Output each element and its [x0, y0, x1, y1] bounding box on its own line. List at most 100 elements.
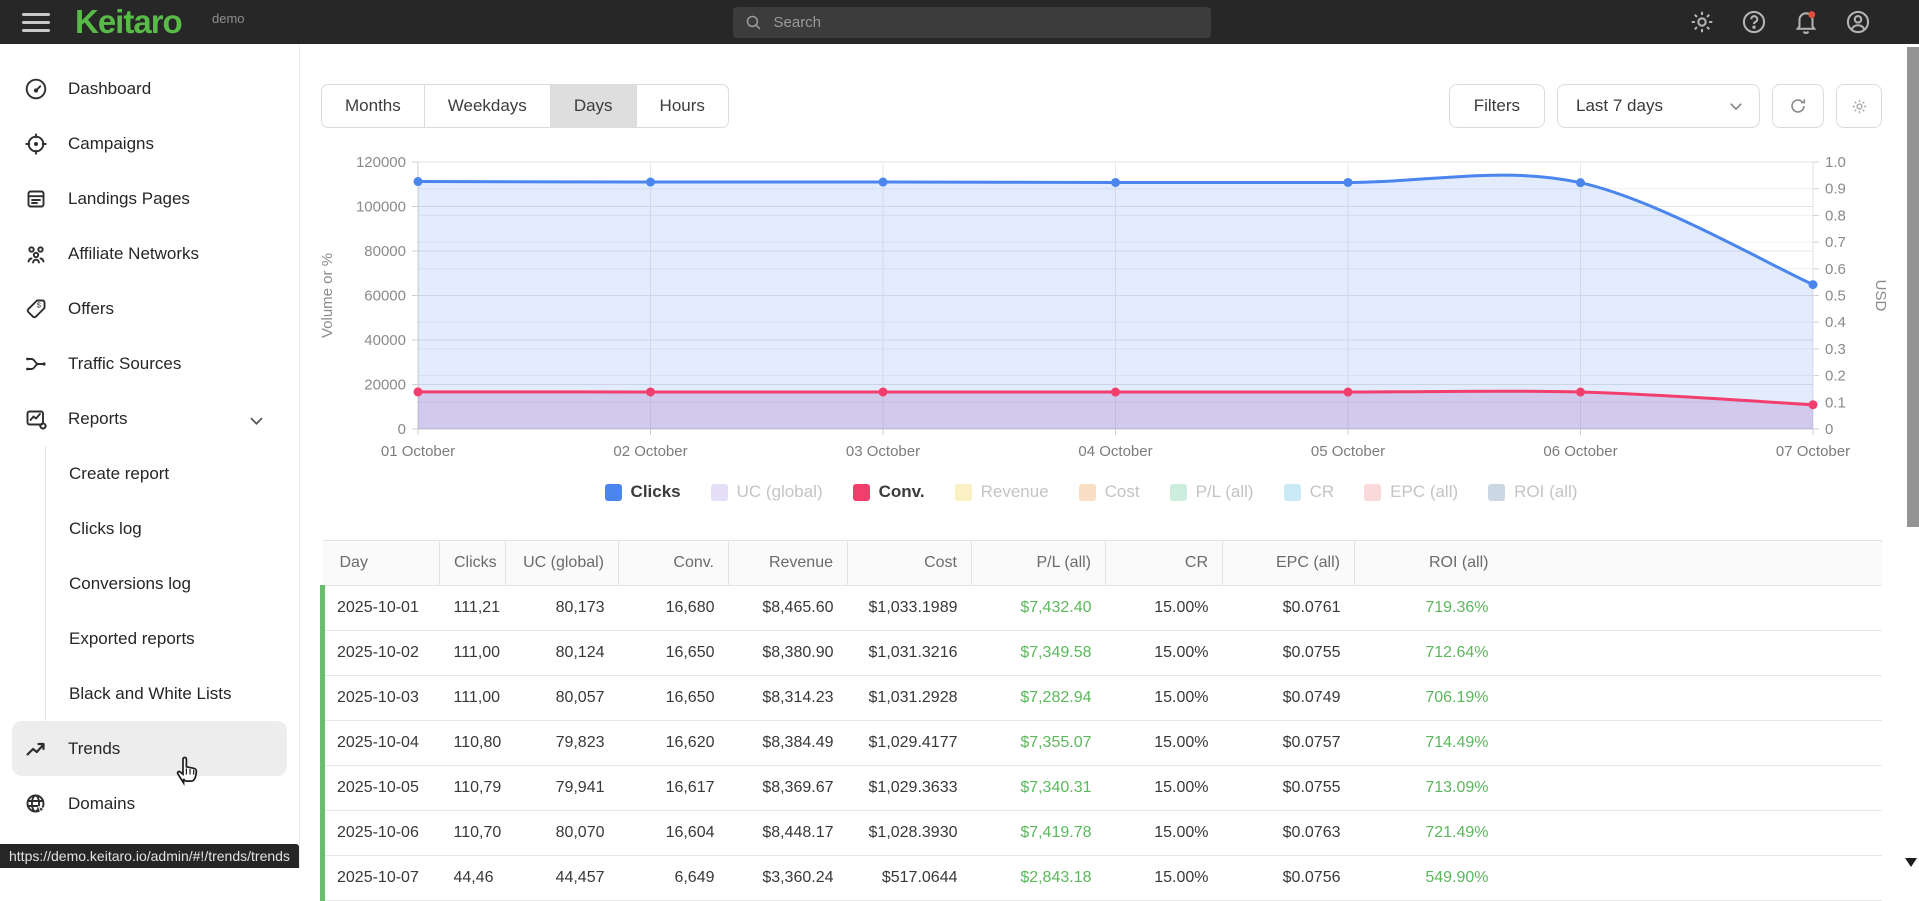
bell-icon[interactable] [1793, 9, 1819, 35]
table-cell: 2025-10-05 [320, 765, 440, 811]
svg-text:Volume or %: Volume or % [319, 253, 336, 338]
sidebar-item-affiliate[interactable]: Affiliate Networks [0, 226, 299, 281]
svg-text:0.7: 0.7 [1825, 234, 1846, 251]
vertical-scrollbar[interactable] [1907, 47, 1919, 527]
legend-item-epc-all[interactable]: EPC (all) [1364, 482, 1458, 502]
sidebar-item-trends[interactable]: Trends [12, 721, 287, 776]
svg-text:80000: 80000 [364, 243, 406, 260]
column-header-day[interactable]: Day [322, 540, 440, 586]
legend-item-clicks[interactable]: Clicks [604, 482, 681, 502]
search-input[interactable] [771, 13, 1199, 32]
sidebar-item-offers[interactable]: $ Offers [0, 281, 299, 336]
svg-text:0.4: 0.4 [1825, 314, 1846, 331]
table-cell: 2025-10-04 [320, 720, 440, 766]
refresh-button[interactable] [1772, 84, 1824, 128]
tab-hours[interactable]: Hours [636, 84, 729, 128]
table-cell: 111,00 [439, 675, 506, 721]
column-header-epc-all[interactable]: EPC (all) [1222, 540, 1355, 586]
sidebar-item-exported-reports[interactable]: Exported reports [46, 611, 299, 666]
chart-settings-button[interactable] [1836, 84, 1882, 128]
hamburger-menu-icon[interactable] [22, 13, 50, 32]
tab-days[interactable]: Days [550, 84, 637, 128]
sidebar-item-label: Exported reports [69, 628, 195, 648]
table-cell: 15.00% [1105, 855, 1223, 901]
legend-swatch [1364, 483, 1382, 501]
gear-icon[interactable] [1689, 9, 1715, 35]
date-range-select[interactable]: Last 7 days [1557, 84, 1760, 128]
table-cell: 80,057 [505, 675, 619, 721]
table-cell: $0.0756 [1222, 855, 1355, 901]
table-row: 2025-10-07 44,46 44,457 6,649 $3,360.24 $517.… [320, 855, 1882, 901]
svg-text:20000: 20000 [364, 377, 406, 394]
column-header-clicks[interactable]: Clicks [439, 540, 506, 586]
trends-icon [24, 737, 48, 761]
svg-text:07 October: 07 October [1776, 443, 1850, 460]
trends-table-container: Day Clicks UC (global) Conv. Revenue Cost P/L … [320, 540, 1882, 901]
column-header-p-l-all[interactable]: P/L (all) [971, 540, 1106, 586]
filters-button[interactable]: Filters [1448, 84, 1545, 128]
tab-weekdays[interactable]: Weekdays [424, 84, 551, 128]
sidebar-item-create-report[interactable]: Create report [46, 446, 299, 501]
legend-swatch [1169, 483, 1187, 501]
table-cell: 2025-10-03 [320, 675, 440, 721]
table-cell: 16,604 [618, 810, 729, 856]
table-cell: $0.0763 [1222, 810, 1355, 856]
sidebar-item-dashboard[interactable]: Dashboard [0, 61, 299, 116]
column-header-conv[interactable]: Conv. [618, 540, 729, 586]
sidebar-item-label: Conversions log [69, 573, 191, 593]
column-header-uc-global[interactable]: UC (global) [505, 540, 619, 586]
global-search[interactable] [732, 7, 1211, 38]
legend-item-cr[interactable]: CR [1283, 482, 1335, 502]
sidebar-item-landings[interactable]: Landings Pages [0, 171, 299, 226]
tab-months[interactable]: Months [321, 84, 425, 128]
legend-item-revenue[interactable]: Revenue [954, 482, 1049, 502]
legend-item-p-l-all[interactable]: P/L (all) [1169, 482, 1254, 502]
svg-text:0.1: 0.1 [1825, 394, 1846, 411]
svg-text:100000: 100000 [356, 199, 406, 216]
table-cell: 80,070 [505, 810, 619, 856]
legend-label: Clicks [630, 482, 681, 501]
sidebar-item-clicks-log[interactable]: Clicks log [46, 501, 299, 556]
sidebar-item-campaigns[interactable]: Campaigns [0, 116, 299, 171]
legend-label: CR [1309, 482, 1335, 501]
column-header-revenue[interactable]: Revenue [728, 540, 848, 586]
help-icon[interactable] [1741, 9, 1767, 35]
column-header-cr[interactable]: CR [1105, 540, 1223, 586]
table-cell: 16,650 [618, 675, 729, 721]
chevron-down-icon [247, 411, 266, 435]
legend-item-uc-global[interactable]: UC (global) [710, 482, 823, 502]
legend-item-cost[interactable]: Cost [1078, 482, 1140, 502]
table-cell: 79,823 [505, 720, 619, 766]
table-cell: $1,029.4177 [847, 720, 972, 766]
table-cell: $517.0644 [847, 855, 972, 901]
table-cell: 2025-10-02 [320, 630, 440, 676]
table-cell: 15.00% [1105, 585, 1223, 631]
sidebar-item-black-white-lists[interactable]: Black and White Lists [46, 666, 299, 721]
sidebar-item-conversions-log[interactable]: Conversions log [46, 556, 299, 611]
table-cell-filler [1502, 675, 1882, 721]
sidebar-item-label: Landings Pages [68, 188, 190, 208]
column-header-roi-all[interactable]: ROI (all) [1354, 540, 1503, 586]
sidebar-item-domains[interactable]: Domains [0, 776, 299, 831]
table-cell: 549.90% [1354, 855, 1503, 901]
svg-text:0.6: 0.6 [1825, 261, 1846, 278]
sidebar-submenu-reports: Create report Clicks log Conversions log Ex… [45, 446, 299, 721]
sidebar-item-traffic[interactable]: Traffic Sources [0, 336, 299, 391]
table-cell: $8,465.60 [728, 585, 848, 631]
landings-icon [24, 187, 48, 211]
chart-legend: Clicks UC (global) Conv. Revenue Cost P/L (al… [300, 482, 1882, 502]
legend-label: Revenue [980, 482, 1049, 501]
legend-swatch [852, 483, 870, 501]
column-header-cost[interactable]: Cost [847, 540, 972, 586]
table-cell: $0.0749 [1222, 675, 1355, 721]
table-cell: 15.00% [1105, 765, 1223, 811]
legend-item-roi-all[interactable]: ROI (all) [1488, 482, 1577, 502]
table-row: 2025-10-04 110,80 79,823 16,620 $8,384.49 $1,… [320, 720, 1882, 766]
account-icon[interactable] [1845, 9, 1871, 35]
svg-text:0: 0 [1825, 421, 1833, 438]
legend-item-conv[interactable]: Conv. [852, 482, 925, 502]
legend-label: UC (global) [736, 482, 823, 501]
scrollbar-down-arrow-icon[interactable] [1905, 858, 1917, 867]
sidebar-item-reports[interactable]: Reports [0, 391, 299, 446]
app-logo[interactable]: Keitaro [75, 3, 183, 41]
